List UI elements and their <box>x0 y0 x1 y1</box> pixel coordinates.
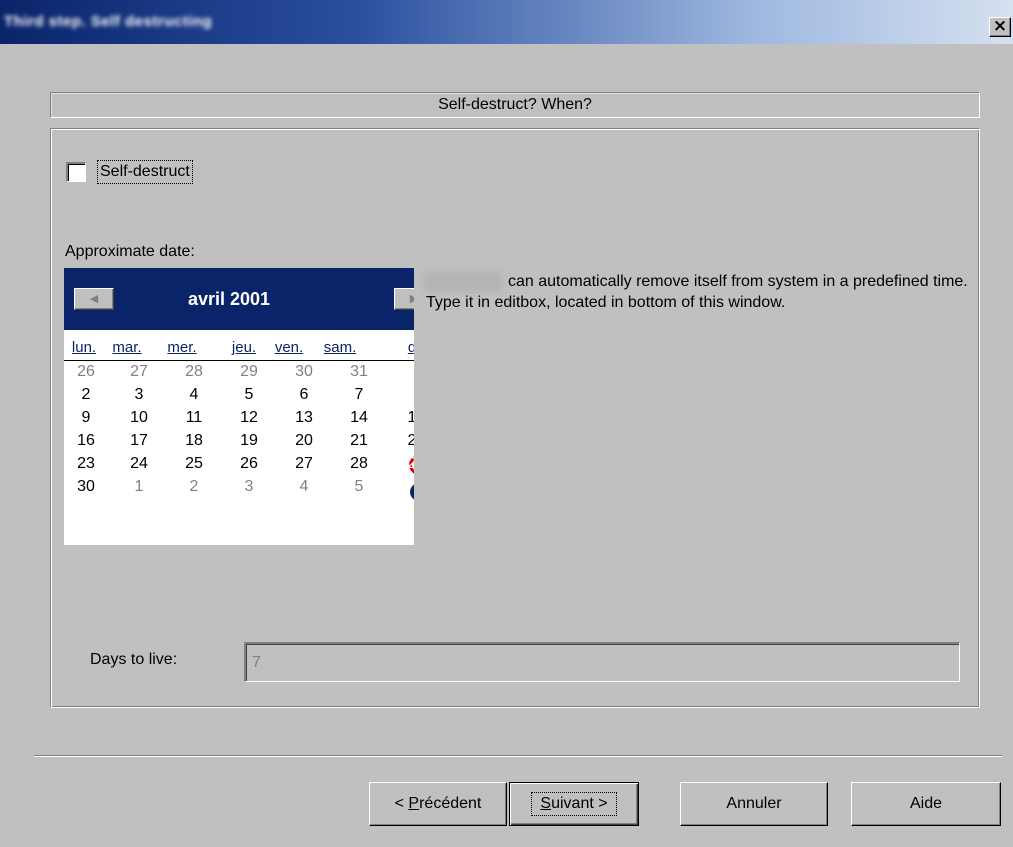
self-destruct-checkbox[interactable] <box>66 162 86 182</box>
next-button[interactable]: Suivant > <box>509 782 639 826</box>
approximate-date-label: Approximate date: <box>65 243 195 260</box>
days-to-live-label: Days to live: <box>90 651 178 668</box>
calendar-day[interactable]: 3 <box>229 475 269 498</box>
calendar-day[interactable]: 6 <box>284 383 324 406</box>
next-label: uivant > <box>551 795 608 812</box>
selected-day-marker <box>410 482 414 502</box>
calendar-day[interactable]: 29 <box>229 360 269 383</box>
previous-month-button[interactable]: ◀ <box>74 288 114 310</box>
arrow-left-icon: ◀ <box>89 293 99 305</box>
calendar-day[interactable]: 1 <box>392 406 414 429</box>
previous-button[interactable]: < Précédent <box>369 782 507 826</box>
calendar-day[interactable]: 4 <box>174 383 214 406</box>
previous-prefix: < <box>394 795 409 812</box>
calendar-day[interactable]: 12 <box>229 406 269 429</box>
calendar-day[interactable]: 1 <box>119 475 159 498</box>
calendar-day[interactable]: 21 <box>339 429 379 452</box>
calendar-day[interactable]: 17 <box>119 429 159 452</box>
self-destruct-label[interactable]: Self-destruct <box>97 160 193 184</box>
calendar-day[interactable]: 10 <box>119 406 159 429</box>
calendar-day[interactable]: 30 <box>66 475 106 498</box>
previous-mnemonic: P <box>408 795 420 812</box>
calendar-day[interactable]: 16 <box>66 429 106 452</box>
arrow-right-icon: ▶ <box>410 293 414 305</box>
calendar-header: avril 2001 ◀ ▶ <box>64 268 414 330</box>
calendar-day[interactable]: 27 <box>284 452 324 475</box>
weekday-label[interactable]: ven. <box>269 339 309 356</box>
previous-label: récédent <box>419 795 482 812</box>
calendar-day[interactable]: 5 <box>229 383 269 406</box>
calendar-day[interactable]: 2 <box>392 429 414 452</box>
calendar-day[interactable]: 30 <box>284 360 324 383</box>
next-focus: Suivant > <box>531 792 617 816</box>
month-calendar[interactable]: avril 2001 ◀ ▶ lun. mar. mer. jeu. ven. … <box>64 268 414 545</box>
cancel-button[interactable]: Annuler <box>680 782 828 826</box>
calendar-day[interactable]: 2 <box>66 383 106 406</box>
calendar-day[interactable]: 27 <box>119 360 159 383</box>
weekday-label[interactable]: d <box>392 339 414 356</box>
calendar-day[interactable]: 26 <box>66 360 106 383</box>
weekday-label[interactable]: lun. <box>64 339 104 356</box>
calendar-day[interactable]: 9 <box>66 406 106 429</box>
weekday-row: lun. mar. mer. jeu. ven. sam. d <box>64 339 414 361</box>
calendar-day[interactable]: 25 <box>174 452 214 475</box>
calendar-day[interactable]: 2 <box>174 475 214 498</box>
close-button[interactable]: × <box>989 17 1011 37</box>
calendar-day[interactable]: 13 <box>284 406 324 429</box>
calendar-day[interactable]: 28 <box>174 360 214 383</box>
info-description: can automatically remove itself from sys… <box>426 273 968 311</box>
calendar-day[interactable]: 11 <box>174 406 214 429</box>
calendar-day[interactable]: 31 <box>339 360 379 383</box>
calendar-day[interactable]: 28 <box>339 452 379 475</box>
weekday-label[interactable]: mer. <box>162 339 202 356</box>
calendar-month-title[interactable]: avril 2001 <box>64 268 414 330</box>
calendar-day[interactable]: 23 <box>66 452 106 475</box>
calendar-day[interactable]: 20 <box>284 429 324 452</box>
separator <box>34 755 1002 757</box>
calendar-day[interactable]: 18 <box>174 429 214 452</box>
weekday-label[interactable]: jeu. <box>224 339 264 356</box>
calendar-day[interactable]: 7 <box>339 383 379 406</box>
calendar-day[interactable]: 3 <box>119 383 159 406</box>
window-title: Third step. Self destructing <box>4 13 213 30</box>
title-bar: Third step. Self destructing × <box>0 0 1013 44</box>
calendar-day[interactable]: 26 <box>229 452 269 475</box>
calendar-day[interactable]: 24 <box>119 452 159 475</box>
calendar-day[interactable]: 5 <box>339 475 379 498</box>
calendar-day[interactable]: 19 <box>229 429 269 452</box>
calendar-day[interactable]: 4 <box>284 475 324 498</box>
help-button[interactable]: Aide <box>851 782 1001 826</box>
calendar-day[interactable]: 2 <box>392 452 414 475</box>
next-month-button[interactable]: ▶ <box>394 288 414 310</box>
days-to-live-input[interactable] <box>244 642 960 682</box>
calendar-day[interactable]: 14 <box>339 406 379 429</box>
weekday-label[interactable]: sam. <box>320 339 360 356</box>
next-mnemonic: S <box>540 795 552 812</box>
weekday-label[interactable]: mar. <box>107 339 147 356</box>
step-header: Self-destruct? When? <box>50 92 980 118</box>
